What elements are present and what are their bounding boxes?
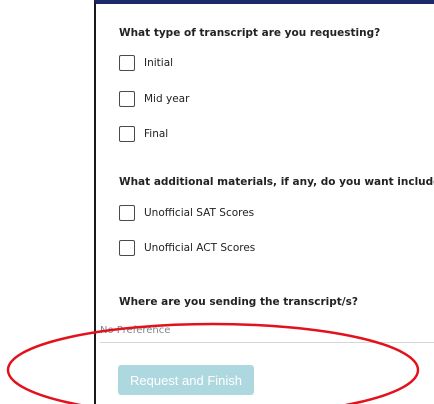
request-and-finish-button[interactable]: Request and Finish <box>118 365 254 395</box>
transcript-type-question: What type of transcript are you requesti… <box>119 27 381 39</box>
act-scores-checkbox[interactable] <box>119 240 135 256</box>
sat-scores-checkbox[interactable] <box>119 205 135 221</box>
option-label: Unofficial SAT Scores <box>144 207 255 219</box>
destination-selected-value: No Preference <box>100 325 171 336</box>
initial-checkbox[interactable] <box>119 55 135 71</box>
additional-materials-question: What additional materials, if any, do yo… <box>119 176 434 188</box>
option-unofficial-sat-scores[interactable]: Unofficial SAT Scores <box>119 203 254 223</box>
final-checkbox[interactable] <box>119 126 135 142</box>
option-label: Unofficial ACT Scores <box>144 242 256 254</box>
option-label: Final <box>144 128 169 140</box>
screenshot-stage: What type of transcript are you requesti… <box>0 0 434 404</box>
mid-year-checkbox[interactable] <box>119 91 135 107</box>
transcript-request-form: What type of transcript are you requesti… <box>94 0 434 404</box>
option-label: Mid year <box>144 93 190 105</box>
option-initial[interactable]: Initial <box>119 53 173 73</box>
option-final[interactable]: Final <box>119 124 168 144</box>
destination-question: Where are you sending the transcript/s? <box>119 296 358 308</box>
option-label: Initial <box>144 57 174 69</box>
option-unofficial-act-scores[interactable]: Unofficial ACT Scores <box>119 238 255 258</box>
option-mid-year[interactable]: Mid year <box>119 89 189 109</box>
destination-select[interactable]: No Preference <box>100 319 434 343</box>
